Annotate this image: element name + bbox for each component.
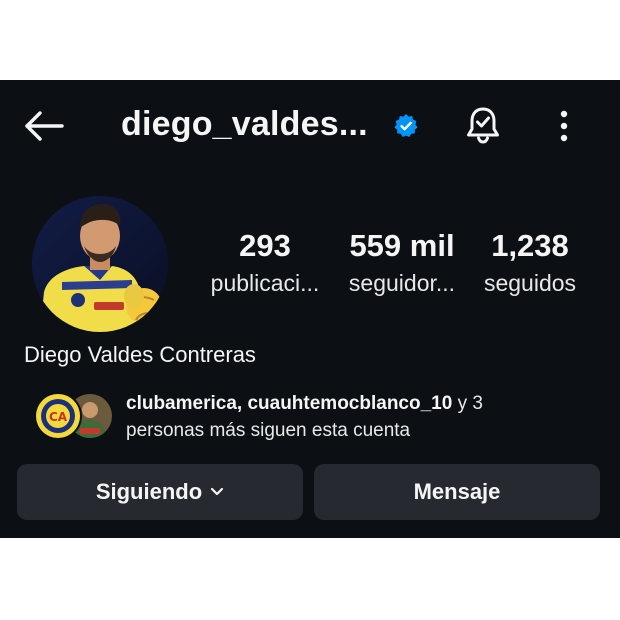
message-button-label: Mensaje [413,479,501,504]
profile-avatar[interactable] [32,196,168,332]
profile-screen: diego_valdes... 293 publicaci... 559 mil… [0,80,620,538]
notifications-button[interactable] [462,104,504,146]
stat-posts[interactable]: 293 publicaci... [196,226,334,300]
followed-by-row[interactable]: CA clubamerica, cuauhtemocblanco_10 y 3 … [34,390,604,446]
back-button[interactable] [22,108,66,144]
mutual-names: clubamerica, cuauhtemocblanco_10 [126,393,453,414]
following-button-label: Siguiendo [95,479,203,504]
following-label: seguidos [483,270,577,296]
more-vertical-icon [560,110,568,142]
mutual-suffix: y 3 [452,393,483,414]
profile-display-name: Diego Valdes Contreras [24,342,256,367]
bell-check-icon [467,107,499,144]
stat-following[interactable]: 1,238 seguidos [472,226,588,300]
more-options-button[interactable] [548,106,580,146]
profile-header: diego_valdes... [0,80,620,172]
profile-stats: 293 publicaci... 559 mil seguidor... 1,2… [196,226,596,316]
followed-by-line2: personas más siguen esta cuenta [126,420,411,441]
profile-photo [32,196,168,332]
followers-count: 559 mil [349,228,455,263]
following-count: 1,238 [491,228,569,263]
club-america-crest-icon: CA [36,394,80,438]
chevron-down-icon [210,487,224,497]
followed-by-text: clubamerica, cuauhtemocblanco_10 y 3 per… [126,390,483,444]
stat-followers[interactable]: 559 mil seguidor... [334,226,470,300]
arrow-left-icon [25,111,64,141]
profile-username[interactable]: diego_valdes... [121,105,368,144]
posts-label: publicaci... [210,270,320,296]
followers-label: seguidor... [348,270,456,296]
svg-text:CA: CA [49,410,68,424]
mutual-avatars: CA [34,392,114,440]
verified-badge-icon [394,114,418,137]
posts-count: 293 [239,228,291,263]
clubamerica-avatar: CA [34,392,82,440]
message-button[interactable]: Mensaje [314,464,600,520]
following-button[interactable]: Siguiendo [17,464,303,520]
